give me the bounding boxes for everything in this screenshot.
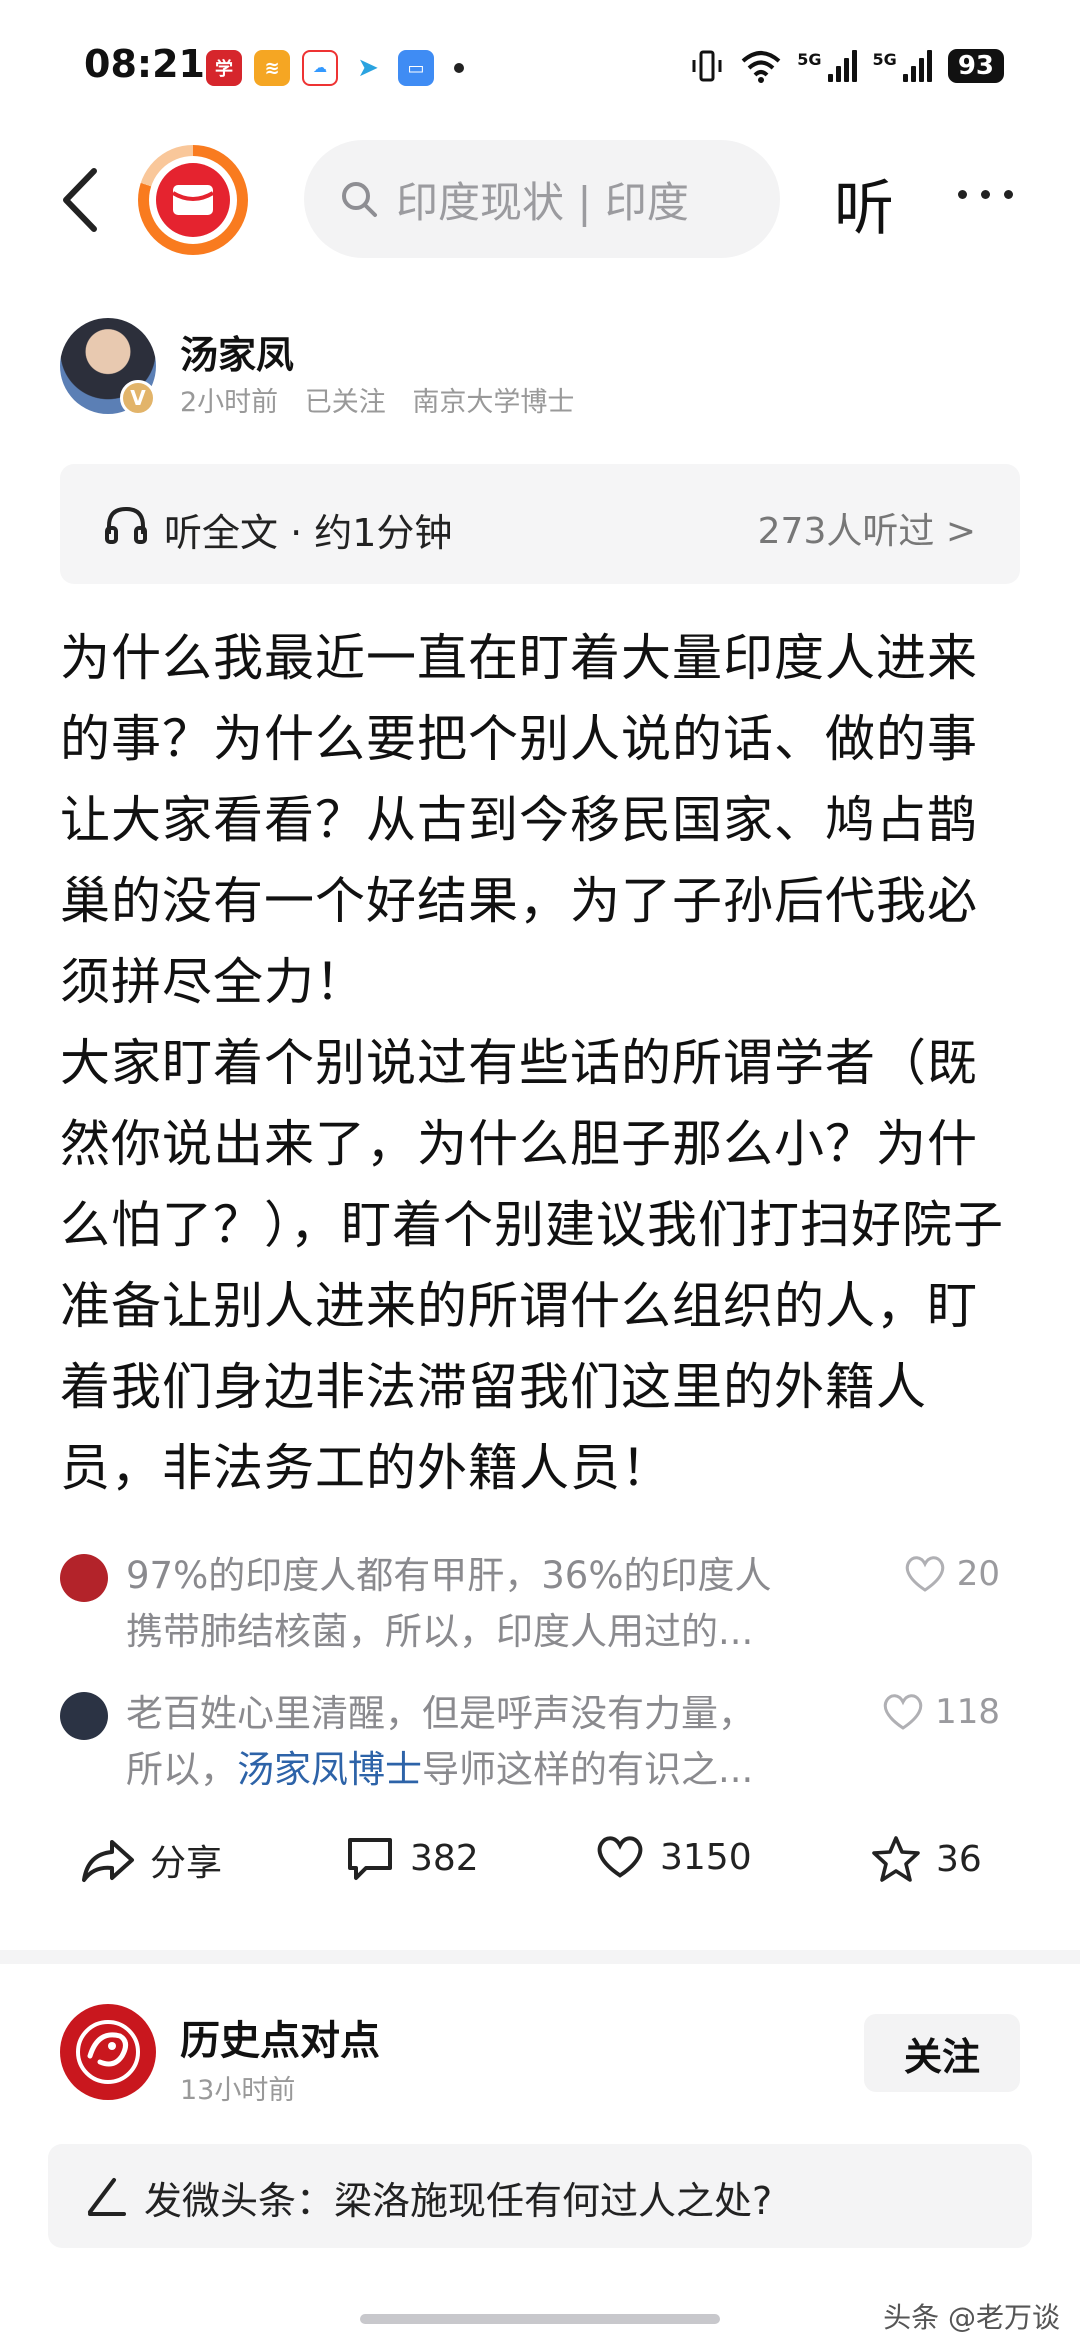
next-author-avatar[interactable] (60, 2004, 156, 2100)
telegram-app-icon: ➤ (350, 50, 386, 86)
author-title: 南京大学博士 (412, 387, 575, 418)
article-paragraph: 大家盯着个别说过有些话的所谓学者（既然你说出来了，为什么胆子那么小？为什么怕了？… (60, 1034, 1004, 1497)
status-bar: 08:21 学 ≋ ☁ ➤ ▭ 5G 5G 93 (0, 0, 1080, 140)
headphones-icon (105, 506, 147, 544)
chevron-right-icon: > (945, 511, 976, 552)
search-input[interactable]: 印度现状 | 印度 (304, 140, 780, 258)
dragon-logo-icon (76, 2020, 140, 2084)
comment-line: 97%的印度人都有甲肝，36%的印度人 (126, 1554, 772, 1597)
search-placeholder: 印度现状 | 印度 (396, 177, 689, 227)
more-dot (958, 190, 967, 199)
comment-line: 所以，汤家凤博士导师这样的有识之... (126, 1742, 886, 1798)
listen-full-text-bar[interactable]: 听全文 · 约1分钟 273人听过 > (60, 464, 1020, 584)
follow-state[interactable]: 已关注 (305, 387, 386, 418)
chevron-left-icon (63, 168, 97, 232)
mention-link[interactable]: 汤家凤博士 (237, 1748, 422, 1791)
listen-label: 听全文 · 约1分钟 (164, 511, 453, 555)
next-post-header: 历史点对点 13小时前 关注 (60, 2004, 1020, 2114)
battery-indicator: 93 (947, 49, 1004, 83)
signal-2-label: 5G (872, 49, 897, 69)
toutiao-logo-ring (149, 156, 237, 244)
favorite-count: 36 (936, 1838, 982, 1880)
status-indicators: 5G 5G 93 (689, 48, 1004, 84)
comment-text: 97%的印度人都有甲肝，36%的印度人 携带肺结核菌，所以，印度人用过的... (126, 1548, 886, 1660)
comment-like-button[interactable]: 20 (903, 1554, 1000, 1594)
next-post-time: 13小时前 (180, 2075, 296, 2106)
verified-badge: V (120, 380, 156, 416)
signal-1-bars (827, 50, 857, 82)
status-time: 08:21 (84, 42, 205, 86)
notification-icons: 学 ≋ ☁ ➤ ▭ (206, 50, 464, 86)
commenter-avatar[interactable] (60, 1692, 108, 1740)
note-app-icon: ≋ (254, 50, 290, 86)
share-button[interactable]: 分享 (80, 1834, 222, 1886)
comment-like-button[interactable]: 118 (881, 1692, 1000, 1732)
author-header: V 汤家凤 2小时前 已关注 南京大学博士 (60, 318, 1020, 418)
article-body: 为什么我最近一直在盯着大量印度人进来的事？为什么要把个别人说的话、做的事让大家看… (60, 618, 1020, 1509)
like-count: 3150 (660, 1836, 752, 1878)
more-button[interactable] (958, 190, 1013, 199)
commenter-avatar[interactable] (60, 1554, 108, 1602)
share-icon (82, 1840, 134, 1882)
listen-button[interactable]: 听 (834, 160, 894, 247)
search-icon (342, 182, 377, 217)
more-notifications-dot (454, 63, 464, 73)
wifi-icon (741, 51, 781, 83)
vibrate-icon (692, 50, 722, 82)
comment-text-part: 导师这样的有识之... (422, 1748, 754, 1791)
author-meta: 2小时前 已关注 南京大学博士 (180, 380, 592, 419)
comment-like-count: 118 (935, 1692, 1000, 1732)
action-bar: 分享 382 3150 36 (60, 1834, 1020, 1914)
comment-icon (348, 1838, 392, 1880)
article-paragraph: 为什么我最近一直在盯着大量印度人进来的事？为什么要把个别人说的话、做的事让大家看… (60, 629, 978, 1011)
home-indicator[interactable] (360, 2314, 720, 2324)
signal-1-label: 5G (797, 49, 822, 69)
comment-item[interactable]: 97%的印度人都有甲肝，36%的印度人 携带肺结核菌，所以，印度人用过的... … (60, 1548, 1020, 1658)
comment-text-part: 所以， (126, 1748, 237, 1791)
watermark: 头条 @老万谈 (883, 2301, 1060, 2334)
post-time: 2小时前 (180, 387, 279, 418)
comment-line: 携带肺结核菌，所以，印度人用过的... (126, 1610, 754, 1653)
star-icon (872, 1836, 920, 1882)
post-composer-text: 发微头条：梁洛施现任有何过人之处? (144, 2179, 773, 2223)
cloud-app-icon: ☁ (302, 50, 338, 86)
comment-line: 老百姓心里清醒，但是呼声没有力量， (126, 1692, 755, 1735)
follow-button[interactable]: 关注 (864, 2014, 1020, 2092)
back-button[interactable] (50, 160, 110, 240)
listen-count: 273人听过 > (758, 502, 976, 554)
more-dot (1004, 190, 1013, 199)
heart-icon (597, 1836, 643, 1878)
toutiao-logo[interactable] (138, 145, 248, 255)
pen-icon (88, 2178, 126, 2216)
red-envelope-icon (156, 163, 230, 237)
comment-item[interactable]: 老百姓心里清醒，但是呼声没有力量， 所以，汤家凤博士导师这样的有识之... 11… (60, 1686, 1020, 1796)
listen-count-text: 273人听过 (757, 511, 935, 552)
comment-like-count: 20 (956, 1554, 1000, 1594)
heart-icon (883, 1694, 923, 1730)
signal-2-bars (902, 50, 932, 82)
comment-text: 老百姓心里清醒，但是呼声没有力量， 所以，汤家凤博士导师这样的有识之... (126, 1686, 886, 1798)
comment-count: 382 (410, 1837, 479, 1879)
section-divider (0, 1950, 1080, 1964)
more-dot (981, 190, 990, 199)
folder-app-icon: ▭ (398, 50, 434, 86)
favorite-button[interactable]: 36 (870, 1834, 982, 1884)
like-button[interactable]: 3150 (594, 1834, 752, 1880)
post-composer-bar[interactable]: 发微头条：梁洛施现任有何过人之处? (48, 2144, 1032, 2248)
share-label: 分享 (150, 1843, 223, 1884)
top-nav: 印度现状 | 印度 听 (0, 140, 1080, 260)
next-author-name[interactable]: 历史点对点 (180, 2008, 380, 2066)
xuexi-app-icon: 学 (206, 50, 242, 86)
comment-button[interactable]: 382 (344, 1834, 479, 1882)
heart-icon (905, 1556, 944, 1592)
author-name[interactable]: 汤家凤 (180, 324, 294, 379)
